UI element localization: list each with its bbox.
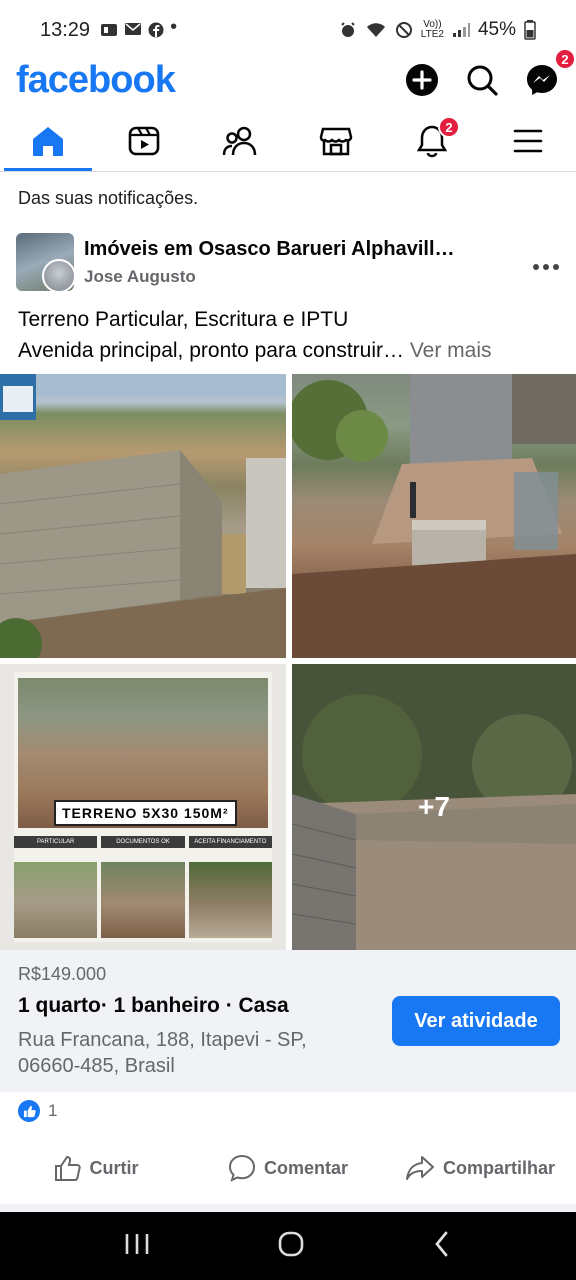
flyer-title: TERRENO 5X30 150M² [54, 800, 237, 826]
tab-menu[interactable] [480, 110, 576, 171]
group-avatar[interactable] [16, 233, 76, 293]
post-text-line-1: Terreno Particular, Escritura e IPTU [18, 308, 349, 331]
marketplace-listing: R$149.000 1 quarto· 1 banheiro · Casa Ru… [0, 950, 576, 1092]
hamburger-menu-icon [513, 129, 543, 152]
messenger-icon [527, 65, 557, 95]
post-options-button[interactable] [530, 247, 560, 278]
flyer-thumbnail [14, 862, 98, 938]
flyer-tag: PARTICULAR [14, 836, 98, 848]
mail-icon [125, 23, 142, 35]
plus-circle-icon [406, 64, 438, 96]
battery-percent: 45% [477, 19, 516, 40]
like-button[interactable]: Curtir [0, 1146, 192, 1190]
signal-icon [452, 23, 470, 37]
post-text-line-2: Avenida principal, pronto para construir… [18, 335, 560, 366]
photo-1-scene [0, 374, 286, 658]
flyer-thumbnails [14, 862, 272, 938]
flyer-tag: DOCUMENTOS OK [101, 836, 185, 848]
facebook-logo[interactable]: facebook [16, 59, 176, 102]
status-left: 13:29 • [40, 16, 178, 42]
search-icon [467, 65, 498, 96]
post-actions: Curtir Comentar Compartilhar [0, 1146, 576, 1190]
reaction-count: 1 [48, 1101, 58, 1120]
flyer-tag: ACEITA FINANCIAMENTO [188, 836, 272, 848]
post-meta: Imóveis em Osasco Barueri Alphavill… Jos… [84, 238, 530, 287]
wifi-icon [366, 23, 385, 37]
alarm-icon [341, 22, 355, 37]
flyer-thumbnail [101, 862, 185, 938]
more-photos-overlay[interactable]: +7 [292, 664, 576, 950]
post-header: Imóveis em Osasco Barueri Alphavill… Jos… [16, 232, 560, 293]
back-button[interactable] [432, 1230, 452, 1263]
share-icon [405, 1156, 434, 1180]
main-tab-bar: 2 [0, 110, 576, 172]
status-bar: 13:29 • Vo)) LTE2 45% [0, 0, 576, 60]
facebook-icon [148, 22, 164, 38]
flyer-tags: PARTICULAR DOCUMENTOS OK ACEITA FINANCIA… [14, 836, 272, 848]
group-name[interactable]: Imóveis em Osasco Barueri Alphavill… [84, 238, 504, 261]
tab-video[interactable] [96, 110, 192, 171]
messenger-badge: 2 [554, 48, 576, 70]
volte-label: Vo)) LTE2 [420, 19, 444, 40]
more-dots-icon [533, 263, 559, 270]
marketplace-icon [319, 127, 353, 155]
system-navigation-bar [0, 1212, 576, 1280]
comment-button[interactable]: Comentar [192, 1146, 384, 1190]
home-icon [33, 126, 63, 156]
recent-apps-button[interactable] [124, 1232, 150, 1261]
recent-apps-icon [125, 1233, 148, 1254]
battery-icon [524, 20, 536, 40]
notification-source-label: Das suas notificações. [18, 188, 199, 208]
view-activity-button[interactable]: Ver atividade [392, 996, 560, 1046]
tab-friends[interactable] [192, 110, 288, 171]
home-nav-button[interactable] [277, 1230, 305, 1263]
tab-notifications[interactable]: 2 [384, 110, 480, 171]
app-icon [101, 24, 118, 36]
back-chevron-icon [435, 1231, 448, 1256]
author-avatar[interactable] [42, 259, 76, 293]
create-button[interactable] [404, 62, 440, 98]
reactions-summary[interactable]: 1 [18, 1100, 57, 1122]
thumbs-up-icon [54, 1155, 81, 1181]
dot-icon: • [170, 16, 178, 38]
post-text: Terreno Particular, Escritura e IPTU Ave… [18, 304, 560, 366]
tab-marketplace[interactable] [288, 110, 384, 171]
like-label: Curtir [89, 1157, 139, 1178]
author-name[interactable]: Jose Augusto [84, 267, 530, 287]
share-label: Compartilhar [442, 1157, 556, 1178]
like-reaction-icon [18, 1100, 40, 1122]
do-not-disturb-icon [395, 22, 412, 38]
status-notification-icons: • [100, 16, 178, 38]
flyer: TERRENO 5X30 150M² PARTICULAR DOCUMENTOS… [14, 672, 272, 942]
post-photo-3-flyer[interactable]: TERRENO 5X30 150M² PARTICULAR DOCUMENTOS… [0, 664, 286, 950]
flyer-thumbnail [188, 862, 272, 938]
status-time: 13:29 [40, 18, 91, 41]
listing-price: R$149.000 [18, 964, 107, 984]
listing-address: Rua Francana, 188, Itapevi - SP, 06660-4… [18, 1029, 307, 1077]
post-photo-1[interactable] [0, 374, 286, 658]
home-circle-icon [278, 1231, 304, 1256]
comment-label: Comentar [263, 1157, 348, 1178]
tab-home[interactable] [0, 110, 96, 171]
friends-icon [222, 126, 257, 155]
post-photo-2[interactable] [292, 374, 576, 658]
notifications-badge: 2 [438, 116, 460, 138]
messenger-button[interactable]: 2 [524, 48, 576, 98]
listing-title: 1 quarto· 1 banheiro · Casa [18, 994, 289, 1017]
status-right: Vo)) LTE2 45% [339, 19, 536, 41]
app-header: facebook 2 [0, 48, 576, 102]
share-button[interactable]: Compartilhar [384, 1146, 576, 1190]
photo-2-scene [292, 374, 576, 658]
search-button[interactable] [464, 62, 500, 98]
post-text-line-2-content: Avenida principal, pronto para construir… [18, 339, 410, 362]
see-more-link[interactable]: Ver mais [410, 339, 492, 362]
header-actions: 2 [404, 48, 576, 98]
comment-icon [228, 1154, 255, 1182]
video-icon [128, 126, 160, 155]
